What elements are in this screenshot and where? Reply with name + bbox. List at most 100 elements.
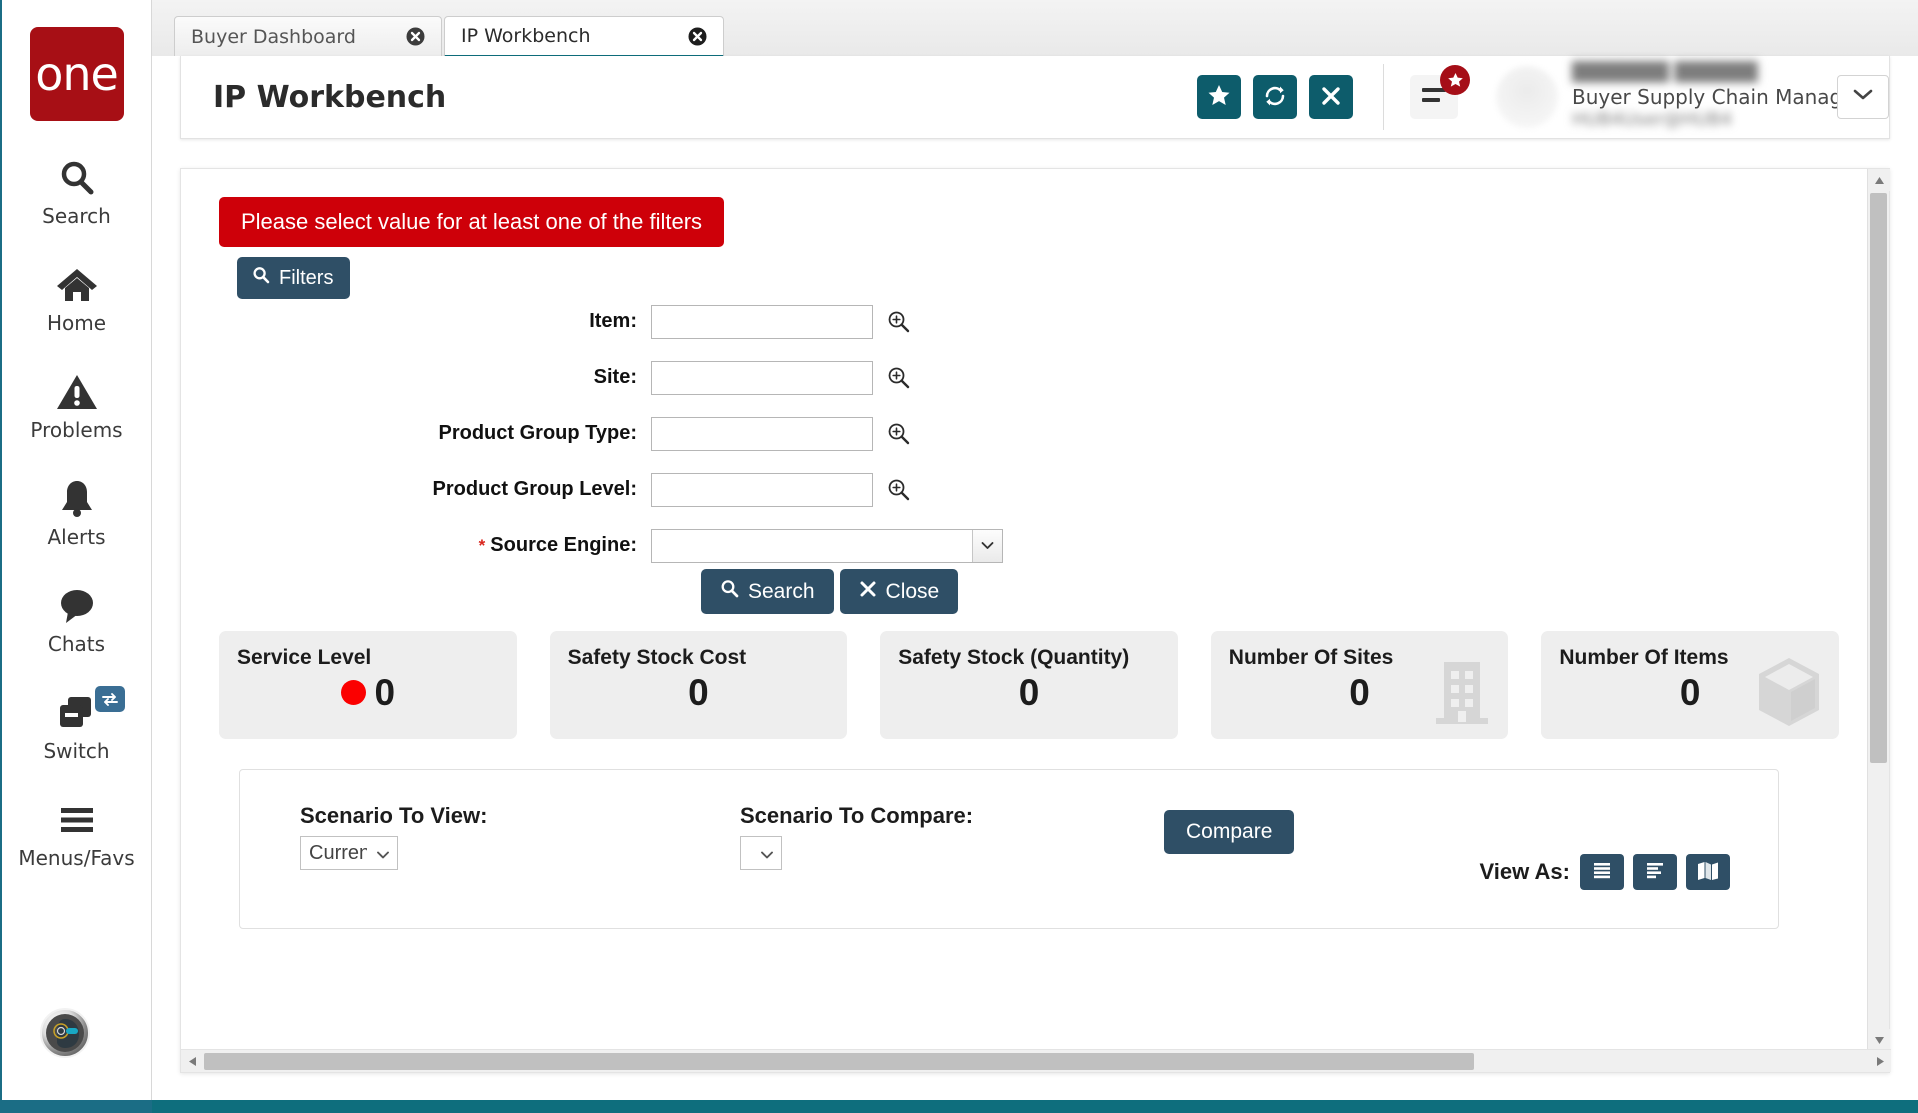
header-divider [1383, 64, 1384, 130]
form-action-group: Search Close [701, 569, 959, 614]
product-group-type-input[interactable] [651, 416, 873, 451]
header-action-group: ███████ ██████ Buyer Supply Chain Manage… [1197, 63, 1889, 130]
sidebar-item-problems[interactable]: Problems [1, 369, 153, 442]
search-button[interactable]: Search [701, 569, 834, 614]
sidebar-item-chats[interactable]: Chats [1, 583, 153, 656]
view-as-grid-button[interactable] [1580, 854, 1624, 890]
site-input[interactable] [651, 360, 873, 395]
field-label: Item: [589, 310, 637, 332]
source-engine-select-wrap [651, 528, 1003, 563]
vertical-scrollbar-thumb[interactable] [1870, 193, 1887, 763]
user-name-redacted: ███████ ██████ [1572, 62, 1758, 84]
brand-logo[interactable]: one [29, 27, 124, 121]
outline-list-icon [1644, 860, 1666, 885]
source-engine-select[interactable] [651, 528, 1003, 563]
field-label-wrap: * Source Engine: [181, 534, 651, 557]
horizontal-scrollbar[interactable] [181, 1049, 1891, 1072]
scenario-to-compare-wrap [740, 836, 782, 870]
view-as-outline-button[interactable] [1633, 854, 1677, 890]
close-button[interactable] [1309, 75, 1353, 119]
close-circle-icon[interactable] [406, 27, 425, 46]
scenario-to-compare-label: Scenario To Compare: [740, 803, 974, 828]
product-group-level-input[interactable] [651, 472, 873, 507]
status-indicator-dot [340, 680, 366, 705]
filters-button-label: Filters [279, 266, 334, 289]
grid-rows-icon [1591, 860, 1613, 885]
scenario-to-compare-select[interactable] [740, 836, 782, 870]
item-input[interactable] [651, 304, 873, 339]
sidebar-item-switch[interactable]: Switch [1, 686, 153, 763]
chevron-down-icon [1853, 88, 1873, 106]
kpi-card-row: Service Level 0 Safety Stock Cost 0 Safe… [219, 631, 1839, 739]
tab-ip-workbench[interactable]: IP Workbench [444, 16, 724, 58]
horizontal-scrollbar-thumb[interactable] [204, 1053, 1474, 1070]
kpi-value: 0 [1018, 672, 1040, 713]
vertical-scrollbar[interactable] [1867, 169, 1890, 1051]
bottom-accent-strip [0, 1100, 1918, 1113]
brand-logo-text: one [35, 47, 119, 101]
user-info: ███████ ██████ Buyer Supply Chain Manage… [1572, 62, 1863, 130]
close-button-label: Close [885, 579, 940, 603]
search-icon [720, 579, 739, 604]
close-filters-button[interactable]: Close [839, 569, 959, 614]
kpi-card-safety-stock-cost: Safety Stock Cost 0 [549, 631, 848, 739]
sidebar-item-search[interactable]: Search [1, 155, 153, 228]
filters-toggle-button[interactable]: Filters [237, 257, 351, 299]
scroll-left-arrow[interactable] [181, 1050, 203, 1072]
sidebar-item-label: Home [46, 311, 107, 335]
scenario-to-view-wrap: Current [300, 836, 398, 870]
bottom-accent-strip-left [0, 1100, 152, 1113]
compare-button[interactable]: Compare [1164, 810, 1295, 854]
magnifier-plus-icon[interactable] [887, 310, 910, 333]
form-row-product-group-type: Product Group Type: [181, 411, 1081, 456]
assistant-avatar[interactable] [40, 1008, 90, 1058]
sidebar-item-alerts[interactable]: Alerts [1, 476, 153, 549]
user-role: Buyer Supply Chain Manager [1572, 85, 1863, 109]
kpi-value-row: 0 [568, 674, 830, 711]
scenario-panel: Scenario To View: Current Scenario To Co… [239, 769, 1779, 929]
content-panel: Please select value for at least one of … [180, 168, 1891, 1073]
refresh-button[interactable] [1253, 75, 1297, 119]
sidebar-item-menus-favs[interactable]: Menus/Favs [1, 797, 153, 870]
scroll-down-arrow[interactable] [1868, 1029, 1890, 1051]
search-icon [252, 266, 270, 290]
scenario-to-view-select[interactable]: Current [300, 836, 398, 870]
user-menu-toggle[interactable] [1837, 75, 1889, 119]
close-circle-icon[interactable] [688, 27, 707, 46]
map-icon [1696, 860, 1720, 885]
magnifier-plus-icon[interactable] [887, 366, 910, 389]
kpi-title: Safety Stock (Quantity) [898, 646, 1130, 669]
user-email-redacted: HUB4User@HUB4 [1572, 109, 1733, 130]
star-icon [1207, 84, 1231, 110]
search-icon [57, 155, 97, 201]
form-row-item: Item: [181, 299, 1081, 344]
kpi-title: Service Level [237, 646, 372, 669]
form-row-source-engine: * Source Engine: [181, 523, 1081, 568]
favorite-button[interactable] [1197, 75, 1241, 119]
field-label: Source Engine: [490, 534, 637, 556]
user-profile-block[interactable]: ███████ ██████ Buyer Supply Chain Manage… [1496, 62, 1863, 130]
sidebar-item-label: Switch [43, 739, 110, 763]
left-sidebar: one Search Home Problems Alerts Chats Sw… [0, 0, 152, 1100]
hamburger-icon [58, 797, 96, 843]
kpi-card-number-of-sites: Number Of Sites 0 [1210, 631, 1509, 739]
field-label: Site: [593, 366, 637, 388]
sidebar-item-home[interactable]: Home [1, 262, 153, 335]
view-as-map-button[interactable] [1686, 854, 1730, 890]
magnifier-plus-icon[interactable] [887, 478, 910, 501]
sidebar-item-label: Problems [30, 418, 123, 442]
tab-buyer-dashboard[interactable]: Buyer Dashboard [174, 16, 442, 56]
kpi-value: 0 [1349, 672, 1370, 713]
exchange-arrows-icon[interactable] [94, 686, 125, 712]
kpi-value: 0 [688, 672, 709, 713]
sidebar-item-label: Alerts [47, 525, 106, 549]
scroll-up-arrow[interactable] [1868, 169, 1890, 191]
magnifier-plus-icon[interactable] [887, 422, 910, 445]
home-icon [55, 262, 99, 308]
browser-tab-bar: Buyer Dashboard IP Workbench [152, 0, 1918, 58]
app-menu-button[interactable] [1410, 65, 1470, 119]
scroll-right-arrow[interactable] [1869, 1050, 1891, 1072]
kpi-value: 0 [374, 672, 396, 713]
page-header: IP Workbench ███████ ██████ Buyer Supply… [180, 56, 1890, 139]
error-banner: Please select value for at least one of … [219, 197, 725, 247]
